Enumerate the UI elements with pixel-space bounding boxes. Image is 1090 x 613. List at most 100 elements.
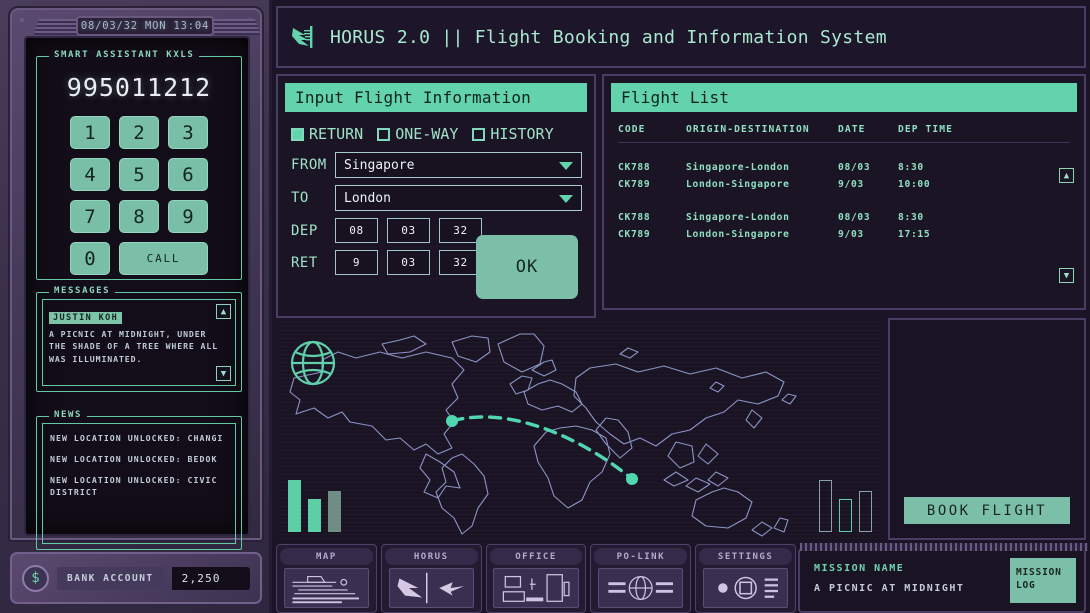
table-row[interactable]: CK788 Singapore-London 08/03 8:30	[618, 209, 1070, 226]
to-label: TO	[291, 190, 327, 206]
ret-day-input[interactable]: 9	[335, 250, 378, 275]
dialed-number-display: 995011212	[37, 73, 241, 102]
call-button[interactable]: CALL	[119, 242, 208, 275]
cell-od: Singapore-London	[686, 162, 838, 173]
from-select[interactable]: Singapore	[335, 152, 582, 178]
dep-day-input[interactable]: 08	[335, 218, 378, 243]
flight-list-scroll-up-icon[interactable]: ▲	[1059, 168, 1074, 183]
chevron-down-icon[interactable]	[559, 195, 573, 203]
checkbox-history[interactable]	[472, 128, 485, 141]
to-select[interactable]: London	[335, 185, 582, 211]
flight-list-scroll-down-icon[interactable]: ▼	[1059, 268, 1074, 283]
table-spacer	[618, 193, 1070, 209]
news-body: NEW LOCATION UNLOCKED: CHANGI NEW LOCATI…	[42, 423, 236, 544]
ret-label: RET	[291, 255, 327, 271]
cell-od: London-Singapore	[686, 229, 838, 240]
news-legend: NEWS	[49, 410, 87, 420]
mission-name-label: MISSION NAME	[814, 563, 904, 574]
globe-icon	[285, 335, 341, 391]
handheld-device: 08/03/32 MON 13:04 SMART ASSISTANT KXLS …	[0, 0, 272, 613]
chevron-down-icon[interactable]	[559, 162, 573, 170]
dep-month-input[interactable]: 03	[387, 218, 430, 243]
map-icon	[284, 568, 369, 608]
screw-icon	[20, 18, 24, 22]
keypad-key-3[interactable]: 3	[168, 116, 208, 149]
label-one-way[interactable]: ONE-WAY	[395, 125, 458, 143]
label-history[interactable]: HISTORY	[490, 125, 553, 143]
keypad-key-0[interactable]: 0	[70, 242, 110, 275]
app-root: 08/03/32 MON 13:04 SMART ASSISTANT KXLS …	[0, 0, 1090, 613]
bar	[308, 499, 321, 532]
keypad-key-1[interactable]: 1	[70, 116, 110, 149]
from-value: Singapore	[344, 158, 414, 173]
mission-log-button[interactable]: MISSION LOG	[1010, 558, 1076, 603]
network-icon	[598, 568, 683, 608]
cell-time: 17:15	[898, 229, 968, 240]
book-flight-button[interactable]: BOOK FLIGHT	[904, 497, 1070, 524]
table-row[interactable]: CK788 Singapore-London 08/03 8:30	[618, 159, 1070, 176]
table-row[interactable]: CK789 London-Singapore 9/03 10:00	[618, 176, 1070, 193]
cell-time: 8:30	[898, 212, 968, 223]
keypad-key-9[interactable]: 9	[168, 200, 208, 233]
keypad-key-2[interactable]: 2	[119, 116, 159, 149]
bank-account-bar: $ BANK ACCOUNT 2,250	[10, 552, 262, 604]
nav-item-map[interactable]: MAP	[276, 544, 377, 613]
nav-item-horus[interactable]: HORUS	[381, 544, 482, 613]
messages-scroll-up-icon[interactable]: ▲	[216, 304, 231, 319]
news-panel: NEWS NEW LOCATION UNLOCKED: CHANGI NEW L…	[36, 416, 242, 550]
col-origin-destination: ORIGIN-DESTINATION	[686, 124, 838, 135]
nav-item-office[interactable]: OFFICE	[486, 544, 587, 613]
nav-label-horus: HORUS	[385, 548, 478, 565]
dollar-icon: $	[22, 565, 49, 592]
flight-table: CODE ORIGIN-DESTINATION DATE DEP TIME CK…	[604, 119, 1084, 243]
message-text: A PICNIC AT MIDNIGHT, UNDER THE SHADE OF…	[49, 328, 229, 365]
mission-tick-strip-icon	[800, 543, 1088, 551]
table-row[interactable]: CK789 London-Singapore 9/03 17:15	[618, 226, 1070, 243]
device-screen: SMART ASSISTANT KXLS 995011212 1 2 3 4 5…	[24, 36, 250, 536]
vent-right-icon	[209, 19, 260, 35]
keypad-key-5[interactable]: 5	[119, 158, 159, 191]
table-spacer	[618, 143, 1070, 159]
world-map[interactable]	[276, 322, 884, 540]
keypad-key-8[interactable]: 8	[119, 200, 159, 233]
keypad-key-7[interactable]: 7	[70, 200, 110, 233]
cell-date: 08/03	[838, 162, 898, 173]
bar	[328, 491, 341, 532]
ok-button[interactable]: OK	[476, 235, 578, 299]
ret-month-input[interactable]: 03	[387, 250, 430, 275]
flight-list-title: Flight List	[611, 83, 1077, 112]
trip-type-group: RETURN ONE-WAY HISTORY	[278, 119, 594, 143]
from-label: FROM	[291, 157, 327, 173]
bar-chart-right	[819, 480, 872, 532]
clock-display: 08/03/32 MON 13:04	[76, 16, 214, 36]
table-header-row: CODE ORIGIN-DESTINATION DATE DEP TIME	[618, 119, 1070, 143]
nav-label-settings: SETTINGS	[699, 548, 792, 565]
bank-account-value: 2,250	[172, 567, 250, 590]
nav-label-po-link: PO-LINK	[594, 548, 687, 565]
cell-code: CK789	[618, 229, 686, 240]
keypad-key-4[interactable]: 4	[70, 158, 110, 191]
label-return[interactable]: RETURN	[309, 125, 363, 143]
cell-code: CK789	[618, 179, 686, 190]
messages-panel: MESSAGES JUSTIN KOH A PICNIC AT MIDNIGHT…	[36, 292, 242, 392]
smart-assistant-panel: SMART ASSISTANT KXLS 995011212 1 2 3 4 5…	[36, 56, 242, 280]
bar	[839, 499, 852, 532]
cell-date: 9/03	[838, 179, 898, 190]
bottom-nav: MAP HORUS	[276, 544, 796, 613]
office-icon	[493, 568, 578, 608]
cell-date: 9/03	[838, 229, 898, 240]
page-title: HORUS 2.0 || Flight Booking and Informat…	[330, 27, 887, 48]
mission-name-value: A PICNIC AT MIDNIGHT	[814, 583, 964, 594]
messages-scroll-down-icon[interactable]: ▼	[216, 366, 231, 381]
plane-icon	[389, 568, 474, 608]
bank-account-label: BANK ACCOUNT	[57, 567, 164, 590]
checkbox-one-way[interactable]	[377, 128, 390, 141]
keypad: 1 2 3 4 5 6 7 8 9 0 CALL	[37, 116, 241, 275]
keypad-key-6[interactable]: 6	[168, 158, 208, 191]
booking-side-panel: BOOK FLIGHT	[888, 318, 1086, 540]
news-item: NEW LOCATION UNLOCKED: CIVIC DISTRICT	[50, 475, 228, 499]
nav-item-settings[interactable]: SETTINGS	[695, 544, 796, 613]
checkbox-return[interactable]	[291, 128, 304, 141]
dep-label: DEP	[291, 223, 327, 239]
nav-item-po-link[interactable]: PO-LINK	[590, 544, 691, 613]
